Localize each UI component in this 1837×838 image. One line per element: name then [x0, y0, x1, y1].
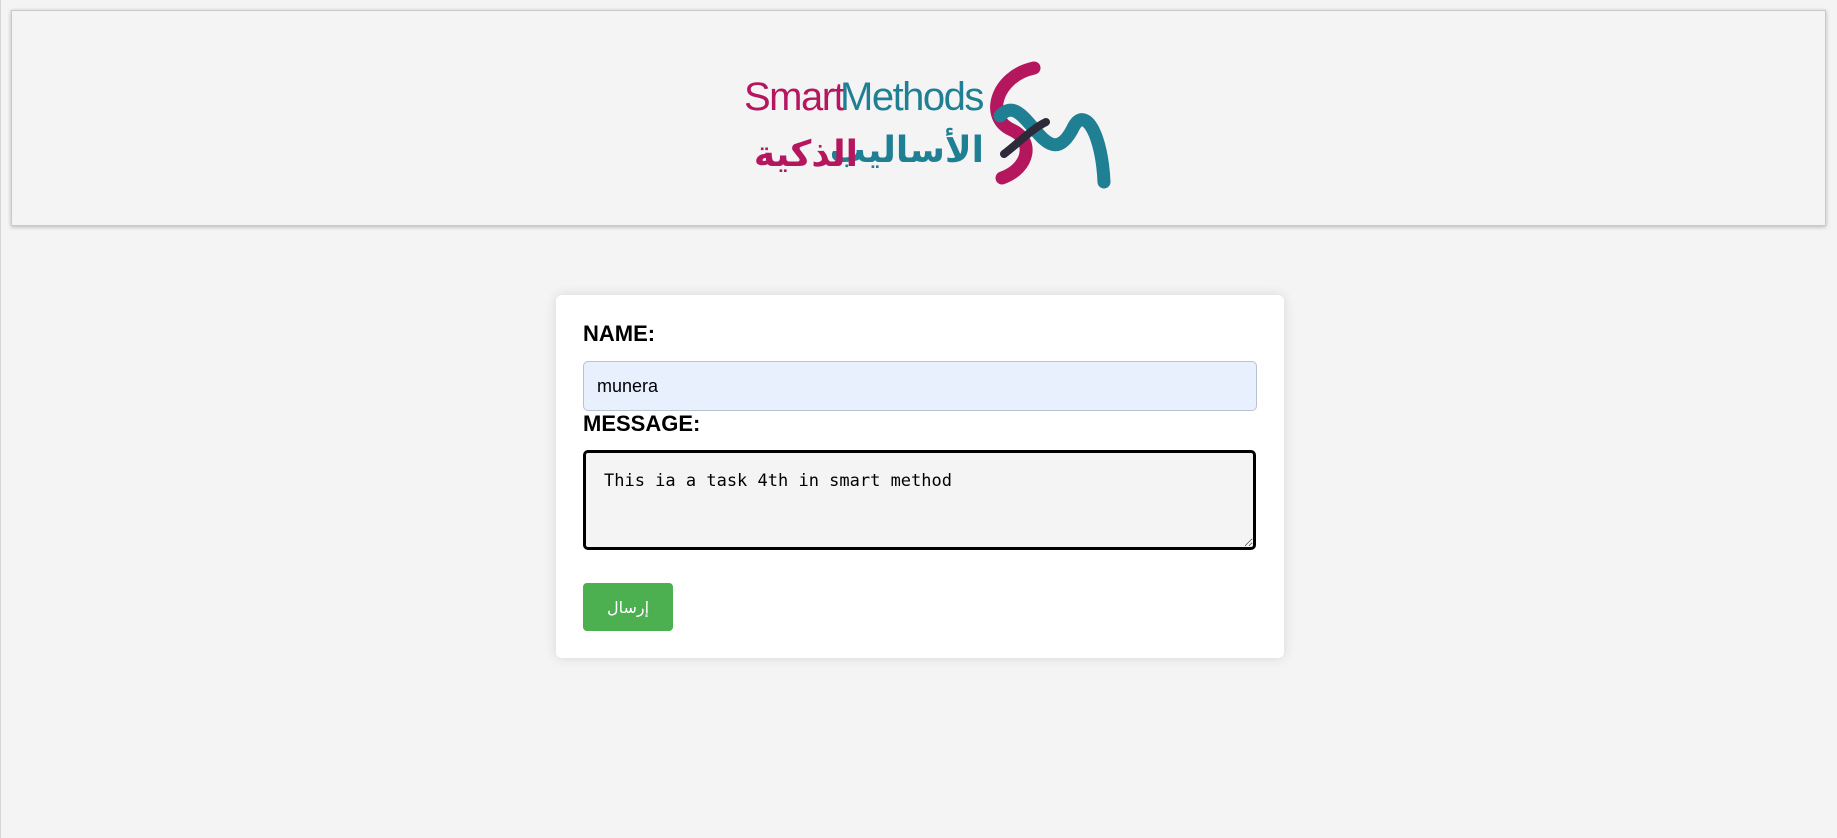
- logo-text-arabic-2: الذكية: [754, 134, 858, 175]
- name-label: NAME:: [583, 321, 656, 346]
- message-label: MESSAGE:: [583, 411, 701, 436]
- logo-text-methods: Methods: [840, 75, 983, 119]
- logo-text-smart: Smart: [744, 75, 845, 119]
- message-textarea[interactable]: This ia a task 4th in smart method: [583, 450, 1256, 550]
- site-header: Smart Methods الأساليب الذكية: [11, 10, 1826, 226]
- smart-methods-logo: Smart Methods الأساليب الذكية: [744, 61, 1111, 189]
- submit-button[interactable]: إرسال: [583, 583, 673, 631]
- contact-form: NAME: MESSAGE: This ia a task 4th in sma…: [556, 295, 1284, 658]
- page-left-edge: [0, 0, 1, 838]
- name-input[interactable]: [583, 361, 1257, 411]
